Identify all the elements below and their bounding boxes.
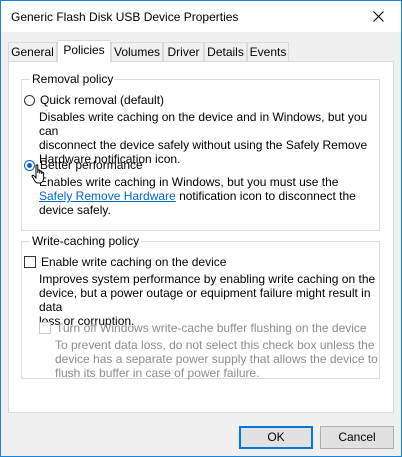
write-caching-policy-group: Write-caching policy Enable write cachin… (21, 234, 380, 380)
description-line: device safely. (39, 203, 111, 217)
ok-button[interactable]: OK (239, 426, 313, 449)
description-line: Safely Remove Hardware notification icon… (39, 189, 356, 203)
description-line: device has a separate power supply that … (55, 352, 378, 366)
turn-off-buffer-flushing-description: To prevent data loss, do not select this… (55, 338, 378, 380)
quick-removal-radio[interactable] (24, 94, 35, 106)
quick-removal-option[interactable]: Quick removal (default) (24, 93, 164, 107)
description-line: To prevent data loss, do not select this… (55, 338, 375, 352)
turn-off-buffer-flushing-label: Turn off Windows write-cache buffer flus… (56, 321, 367, 335)
enable-write-caching-option[interactable]: Enable write caching on the device (24, 255, 226, 269)
close-button[interactable] (355, 1, 401, 32)
policies-panel: Removal policy Quick removal (default) D… (8, 61, 394, 413)
description-line: device, but a power outage or equipment … (39, 286, 371, 314)
safely-remove-hardware-link[interactable]: Safely Remove Hardware (39, 189, 176, 203)
quick-removal-label: Quick removal (default) (40, 93, 165, 107)
tab-details[interactable]: Details (204, 42, 247, 61)
tab-events[interactable]: Events (247, 42, 289, 61)
cancel-button[interactable]: Cancel (320, 426, 394, 449)
description-line: disconnect the device safely without usi… (39, 138, 368, 152)
title-bar: Generic Flash Disk USB Device Properties (1, 1, 401, 32)
better-performance-label: Better performance (40, 158, 143, 172)
turn-off-buffer-flushing-option[interactable]: Turn off Windows write-cache buffer flus… (39, 321, 367, 335)
tab-policies[interactable]: Policies (57, 40, 111, 63)
description-line: Enables write caching in Windows, but yo… (39, 175, 339, 189)
hand-pointer-cursor-icon (31, 164, 45, 184)
turn-off-buffer-flushing-checkbox[interactable] (39, 322, 51, 334)
description-line: Improves system performance by enabling … (39, 272, 376, 286)
description-text: notification icon to disconnect the (175, 189, 356, 203)
enable-write-caching-description: Improves system performance by enabling … (39, 272, 379, 328)
write-caching-policy-title: Write-caching policy (30, 234, 142, 248)
tab-general[interactable]: General (8, 42, 57, 61)
window-title: Generic Flash Disk USB Device Properties (11, 10, 239, 24)
enable-write-caching-checkbox[interactable] (24, 256, 36, 268)
tab-driver[interactable]: Driver (163, 42, 204, 61)
enable-write-caching-label: Enable write caching on the device (41, 255, 227, 269)
removal-policy-title: Removal policy (30, 72, 116, 86)
description-line: flush its buffer in case of power failur… (55, 366, 260, 380)
properties-dialog: Generic Flash Disk USB Device Properties… (0, 0, 402, 457)
description-line: Disables write caching on the device and… (39, 110, 368, 138)
close-icon (372, 11, 384, 22)
better-performance-description: Enables write caching in Windows, but yo… (39, 175, 356, 217)
removal-policy-group: Removal policy Quick removal (default) D… (21, 72, 380, 231)
tab-volumes[interactable]: Volumes (111, 42, 163, 61)
